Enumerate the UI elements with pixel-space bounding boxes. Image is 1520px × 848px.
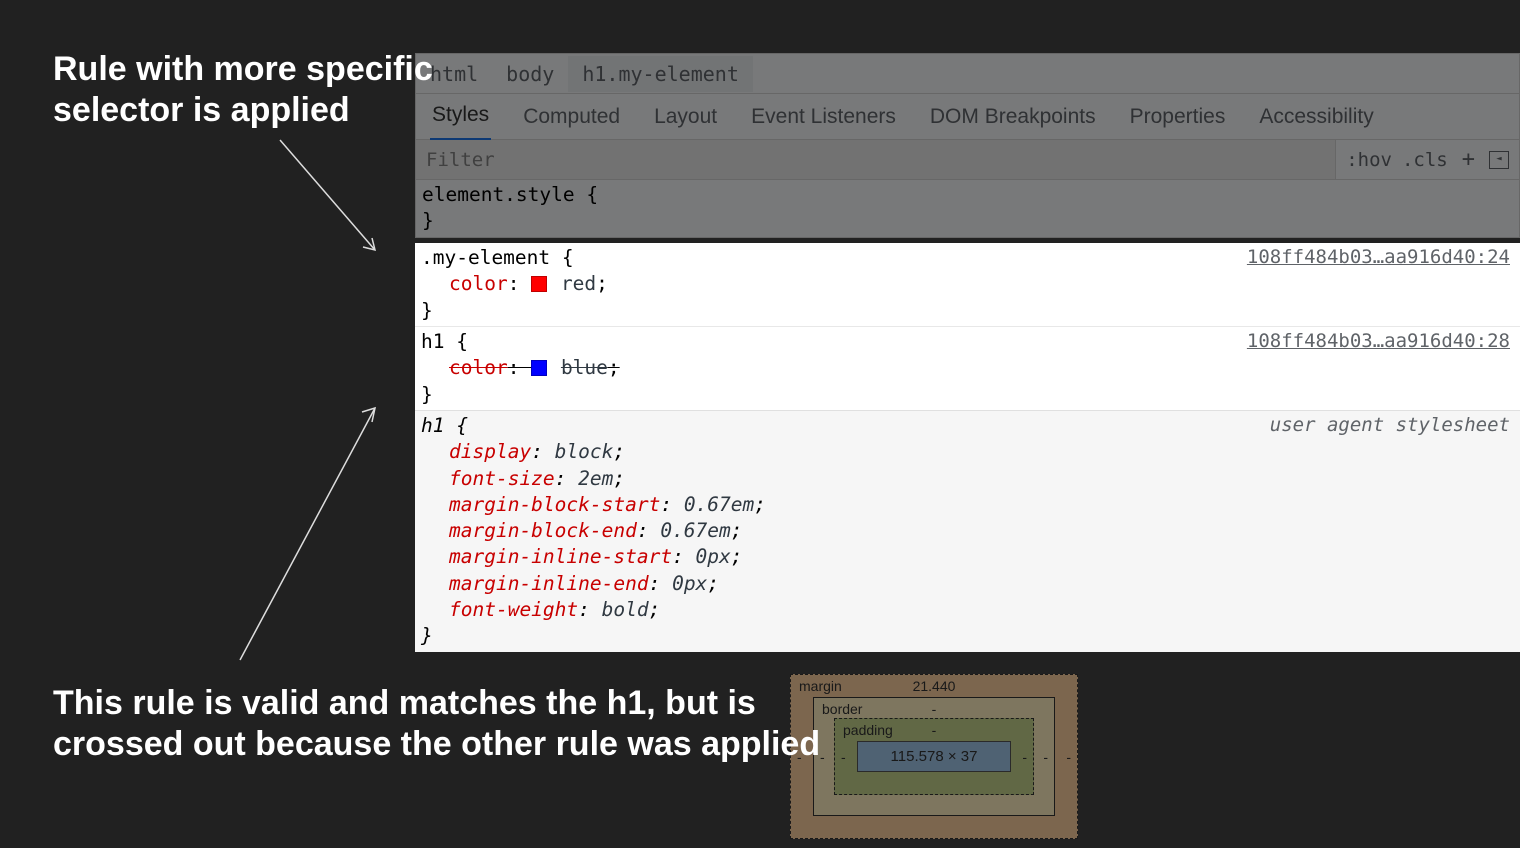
ua-decls: display: block; font-size: 2em; margin-b… — [421, 439, 1514, 623]
arrow-bottom — [235, 400, 395, 670]
padding-top-value[interactable]: - — [932, 722, 937, 738]
tab-accessibility[interactable]: Accessibility — [1257, 94, 1375, 140]
rule-selector: .my-element { — [421, 245, 574, 271]
filter-input[interactable] — [416, 140, 1335, 179]
breadcrumb[interactable]: html body h1.my-element — [416, 54, 1519, 94]
tab-properties[interactable]: Properties — [1128, 94, 1228, 140]
border-left-value[interactable]: - — [820, 749, 825, 765]
annotation-bottom: This rule is valid and matches the h1, b… — [53, 683, 820, 765]
annotation-text: crossed out because the other rule was a… — [53, 724, 820, 765]
devtools-panel: html body h1.my-element Styles Computed … — [415, 53, 1520, 238]
css-value[interactable]: bold — [602, 598, 649, 621]
highlighted-rules: .my-element { 108ff484b03…aa916d40:24 co… — [415, 243, 1520, 626]
color-swatch-icon[interactable] — [531, 360, 547, 376]
rule-close: } — [421, 382, 1514, 408]
tab-styles[interactable]: Styles — [430, 92, 491, 141]
source-label: user agent stylesheet — [1270, 413, 1514, 439]
css-prop[interactable]: margin-block-start — [449, 493, 660, 516]
css-prop[interactable]: margin-inline-end — [449, 572, 649, 595]
rule-close: } — [421, 623, 1514, 649]
css-value[interactable]: blue — [561, 356, 608, 379]
border-top-value[interactable]: - — [932, 701, 937, 717]
annotation-text: selector is applied — [53, 90, 433, 131]
css-value[interactable]: block — [555, 440, 614, 463]
tab-dom-breakpoints[interactable]: DOM Breakpoints — [928, 94, 1098, 140]
css-value[interactable]: 0.67em — [684, 493, 754, 516]
rule-h1[interactable]: h1 { 108ff484b03…aa916d40:28 color: blue… — [415, 326, 1520, 410]
padding-right-value[interactable]: - — [1022, 749, 1027, 765]
panel-toggle-icon[interactable] — [1489, 151, 1509, 169]
css-prop[interactable]: display — [449, 440, 531, 463]
css-prop[interactable]: margin-block-end — [449, 519, 637, 542]
css-prop[interactable]: margin-inline-start — [449, 545, 672, 568]
tab-event-listeners[interactable]: Event Listeners — [749, 94, 898, 140]
tab-computed[interactable]: Computed — [521, 94, 622, 140]
crumb-h1[interactable]: h1.my-element — [568, 56, 753, 92]
annotation-top: Rule with more specific selector is appl… — [53, 49, 433, 131]
css-prop[interactable]: color — [449, 356, 508, 379]
css-prop[interactable]: font-weight — [449, 598, 578, 621]
rule-selector: h1 { — [421, 413, 468, 439]
rule-element-style[interactable]: element.style { } — [416, 180, 1519, 237]
annotation-text: This rule is valid and matches the h1, b… — [53, 683, 820, 724]
filter-bar: :hov .cls + — [416, 140, 1519, 180]
rule-close: } — [421, 298, 1514, 324]
css-prop[interactable]: color — [449, 272, 508, 295]
margin-right-value[interactable]: - — [1066, 749, 1071, 765]
rule-selector: h1 { — [421, 329, 468, 355]
tab-bar: Styles Computed Layout Event Listeners D… — [416, 94, 1519, 140]
css-value[interactable]: 0.67em — [660, 519, 730, 542]
css-value[interactable]: 0px — [696, 545, 731, 568]
source-link[interactable]: 108ff484b03…aa916d40:28 — [1247, 329, 1514, 355]
padding-left-value[interactable]: - — [841, 749, 846, 765]
margin-top-value[interactable]: 21.440 — [913, 678, 956, 694]
rule-selector: element.style { — [422, 182, 1513, 208]
rule-close: } — [422, 208, 1513, 234]
css-value[interactable]: 0px — [672, 572, 707, 595]
color-swatch-icon[interactable] — [531, 276, 547, 292]
source-link[interactable]: 108ff484b03…aa916d40:24 — [1247, 245, 1514, 271]
padding-label: padding — [843, 722, 893, 738]
css-value[interactable]: red — [561, 272, 596, 295]
tab-layout[interactable]: Layout — [652, 94, 719, 140]
annotation-text: Rule with more specific — [53, 49, 433, 90]
hov-toggle[interactable]: :hov — [1346, 149, 1392, 171]
rule-user-agent[interactable]: h1 { user agent stylesheet display: bloc… — [415, 410, 1520, 652]
cls-toggle[interactable]: .cls — [1402, 149, 1448, 171]
box-model[interactable]: margin 21.440 - - border - - - padding -… — [790, 674, 1078, 848]
border-label: border — [822, 701, 862, 717]
rule-my-element[interactable]: .my-element { 108ff484b03…aa916d40:24 co… — [415, 243, 1520, 326]
css-prop[interactable]: font-size — [449, 467, 555, 490]
arrow-top — [275, 135, 395, 265]
border-right-value[interactable]: - — [1043, 749, 1048, 765]
content-size[interactable]: 115.578 × 37 — [857, 741, 1011, 772]
crumb-body[interactable]: body — [492, 56, 568, 92]
styles-rules: element.style { } — [416, 180, 1519, 237]
plus-icon[interactable]: + — [1458, 147, 1479, 172]
css-value[interactable]: 2em — [578, 467, 613, 490]
